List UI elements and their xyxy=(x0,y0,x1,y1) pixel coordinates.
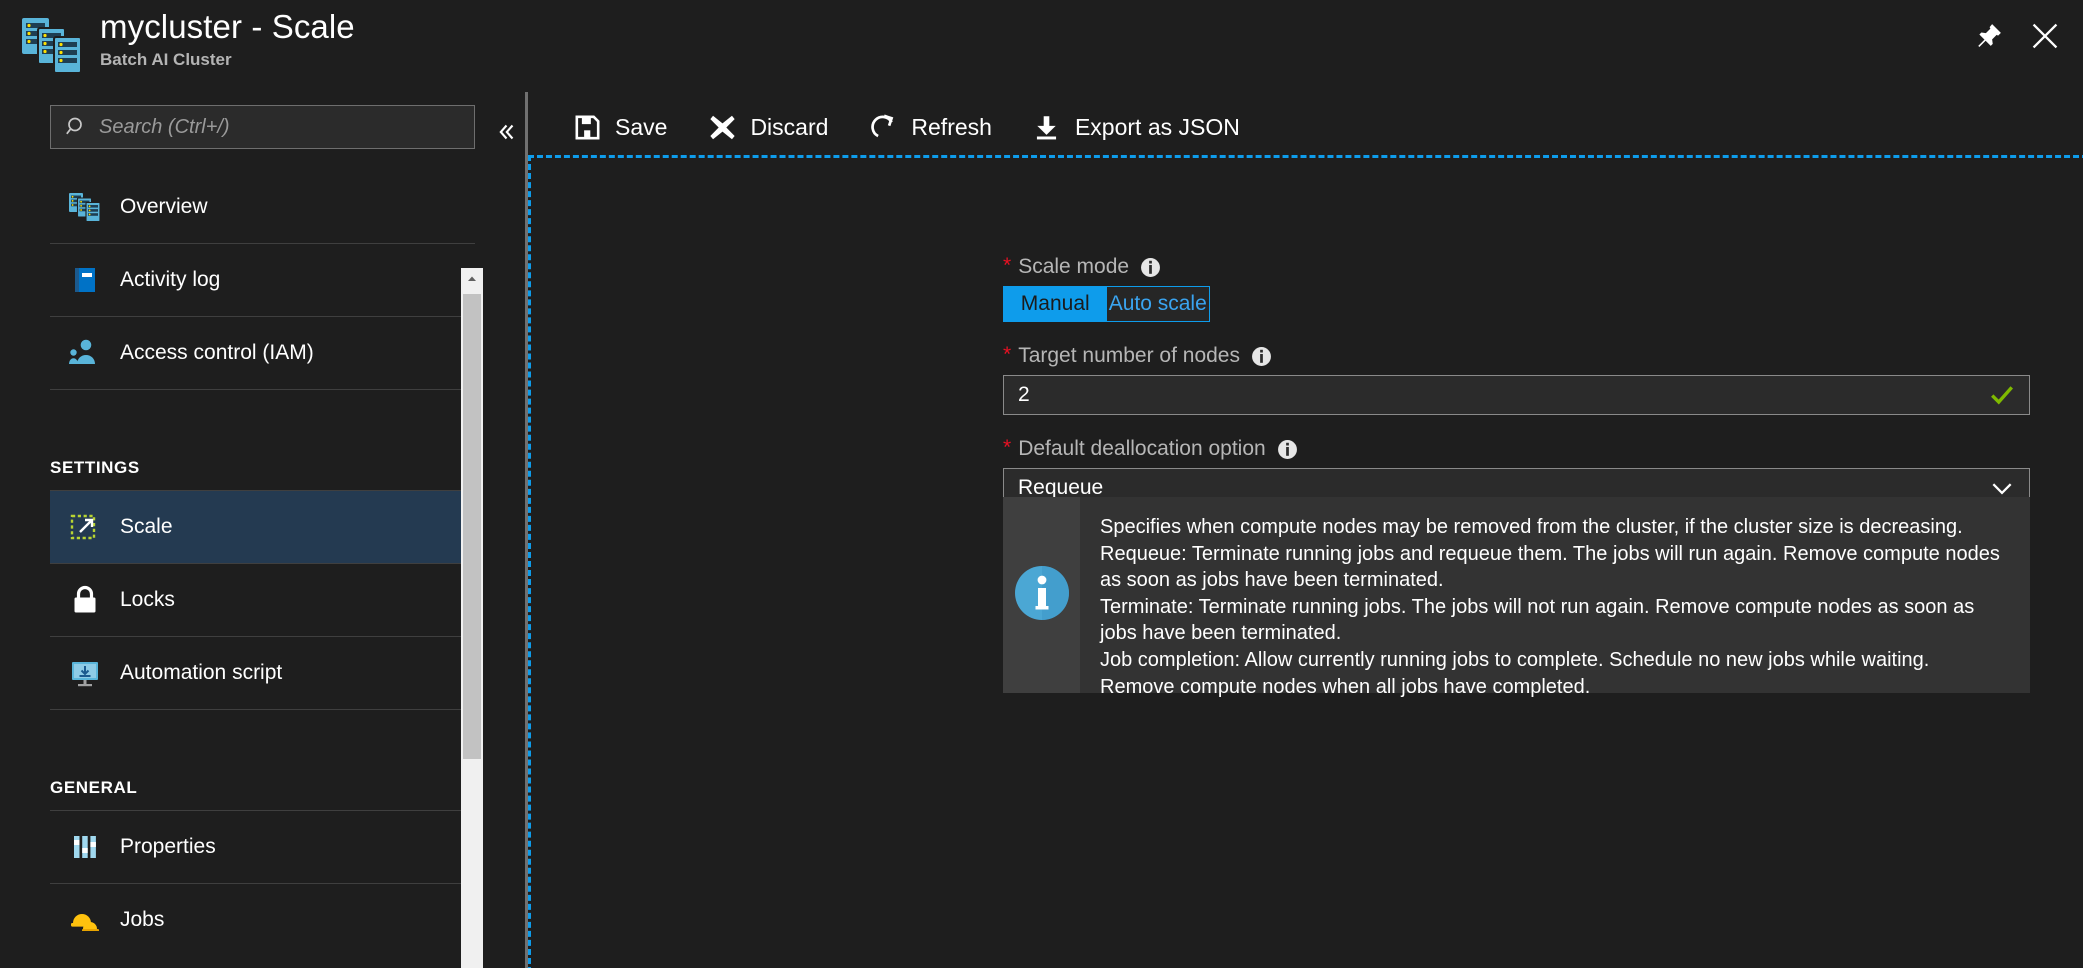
scrollbar-thumb[interactable] xyxy=(463,294,481,759)
discard-icon xyxy=(707,114,737,141)
lock-icon xyxy=(62,584,108,616)
page-title-block: mycluster - Scale Batch AI Cluster xyxy=(100,8,355,70)
info-icon[interactable] xyxy=(1251,346,1272,367)
sidebar-item-properties[interactable]: Properties xyxy=(50,811,475,884)
chevron-double-left-icon[interactable] xyxy=(489,115,523,149)
search-input[interactable] xyxy=(99,115,474,139)
export-as-json-button[interactable]: Export as JSON xyxy=(1032,102,1240,152)
blade-sidebar: Overview Activity log xyxy=(0,92,527,968)
sidebar-item-automation-script[interactable]: Automation script xyxy=(50,637,475,710)
sidebar-group-settings: SETTINGS xyxy=(50,418,475,491)
info-icon[interactable] xyxy=(1277,439,1298,460)
save-icon xyxy=(572,114,602,141)
scale-mode-label: Scale mode xyxy=(1018,255,1130,278)
scale-mode-toggle[interactable]: Manual Auto scale xyxy=(1003,286,1210,322)
info-circle-icon xyxy=(1011,562,1073,629)
discard-label: Discard xyxy=(750,113,829,140)
sidebar-item-label: Overview xyxy=(120,195,208,218)
sidebar-item-overview[interactable]: Overview xyxy=(50,171,475,244)
sidebar-item-label: Scale xyxy=(120,515,173,538)
export-label: Export as JSON xyxy=(1074,113,1240,140)
info-line: Specifies when compute nodes may be remo… xyxy=(1100,516,1963,538)
scale-mode-option-auto-scale[interactable]: Auto scale xyxy=(1106,287,1209,321)
sidebar-item-access-control[interactable]: Access control (IAM) xyxy=(50,317,475,390)
sidebar-group-label: GENERAL xyxy=(50,778,138,797)
target-nodes-label: Target number of nodes xyxy=(1018,344,1240,367)
search-box[interactable] xyxy=(50,105,475,149)
sidebar-item-label: Automation script xyxy=(120,661,283,684)
check-icon xyxy=(1989,382,2015,408)
required-asterisk: * xyxy=(1003,342,1012,366)
refresh-label: Refresh xyxy=(911,113,992,140)
info-line: Terminate: Terminate running jobs. The j… xyxy=(1100,595,1975,645)
sidebar-item-scale[interactable]: Scale xyxy=(50,491,475,564)
scale-mode-option-manual[interactable]: Manual xyxy=(1004,287,1107,321)
jobs-icon xyxy=(62,905,108,931)
close-icon[interactable] xyxy=(2023,14,2067,58)
sidebar-group-general: GENERAL xyxy=(50,738,475,811)
sidebar-item-label: Locks xyxy=(120,588,175,611)
refresh-icon xyxy=(868,114,898,141)
discard-button[interactable]: Discard xyxy=(707,102,828,152)
info-line: Requeue: Terminate running jobs and requ… xyxy=(1100,542,2000,592)
scale-mode-label-row: * Scale mode xyxy=(1003,252,2030,282)
sidebar-nav-list: Overview Activity log Access control (IA… xyxy=(0,171,527,931)
info-panel-icon-area xyxy=(1003,497,1080,693)
required-asterisk: * xyxy=(1003,435,1012,459)
save-button[interactable]: Save xyxy=(572,102,667,152)
deallocation-info-panel: Specifies when compute nodes may be remo… xyxy=(1003,497,2030,698)
sidebar-item-label: Jobs xyxy=(120,908,165,931)
scale-form: * Scale mode Manual Auto scale * Target … xyxy=(1003,252,2030,508)
info-icon[interactable] xyxy=(1140,257,1161,278)
sidebar-search-row xyxy=(0,105,527,161)
properties-icon xyxy=(62,831,108,863)
sidebar-item-label: Activity log xyxy=(120,268,221,291)
activity-log-icon xyxy=(62,264,108,296)
sidebar-group-label: SETTINGS xyxy=(50,458,140,477)
sidebar-item-activity-log[interactable]: Activity log xyxy=(50,244,475,317)
info-panel-text: Specifies when compute nodes may be remo… xyxy=(1080,497,2030,698)
access-control-icon xyxy=(62,337,108,369)
deallocation-label: Default deallocation option xyxy=(1018,437,1266,460)
search-icon xyxy=(65,115,89,139)
scrollbar-up-arrow[interactable] xyxy=(461,268,483,290)
sidebar-item-label: Properties xyxy=(120,835,216,858)
cluster-icon xyxy=(62,191,108,223)
sidebar-scrollbar[interactable] xyxy=(461,268,483,968)
scale-icon xyxy=(62,511,108,543)
deallocation-label-row: * Default deallocation option xyxy=(1003,434,2030,464)
sidebar-item-label: Access control (IAM) xyxy=(120,341,314,364)
blade-content: Save Discard Refresh Export as JSON * Sc… xyxy=(528,92,2083,968)
pin-icon[interactable] xyxy=(1967,14,2011,58)
save-label: Save xyxy=(615,113,668,140)
required-asterisk: * xyxy=(1003,253,1012,277)
automation-script-icon xyxy=(62,657,108,689)
target-nodes-field[interactable] xyxy=(1003,375,2030,415)
blade-title-bar: mycluster - Scale Batch AI Cluster xyxy=(0,0,2083,92)
page-title: mycluster - Scale xyxy=(100,8,355,45)
page-subtitle: Batch AI Cluster xyxy=(100,50,232,69)
info-line: Job completion: Allow currently running … xyxy=(1100,648,1930,698)
scale-blade: mycluster - Scale Batch AI Cluster Searc… xyxy=(0,0,2083,968)
refresh-button[interactable]: Refresh xyxy=(868,102,992,152)
sidebar-item-locks[interactable]: Locks xyxy=(50,564,475,637)
download-icon xyxy=(1032,114,1062,141)
target-nodes-label-row: * Target number of nodes xyxy=(1003,341,2030,371)
target-nodes-input[interactable] xyxy=(1004,383,2029,407)
cluster-icon xyxy=(20,14,86,76)
command-toolbar: Save Discard Refresh Export as JSON xyxy=(528,92,2083,162)
sidebar-item-jobs[interactable]: Jobs xyxy=(50,884,475,931)
